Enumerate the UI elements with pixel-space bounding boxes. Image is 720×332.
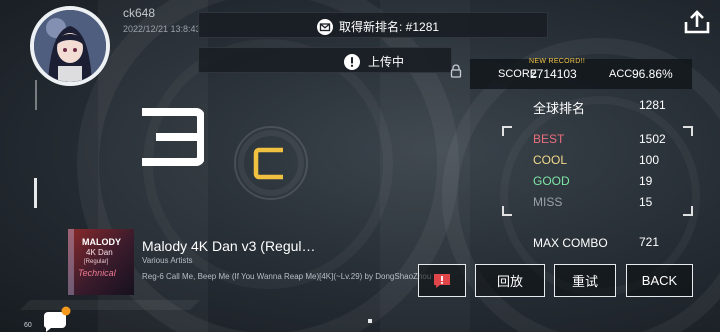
cool-label: COOL bbox=[533, 153, 568, 167]
stats-bracket-top-left bbox=[502, 126, 512, 136]
retry-button[interactable]: 重试 bbox=[554, 264, 616, 297]
new-record-label: NEW RECORD!! bbox=[529, 58, 586, 65]
best-label: BEST bbox=[533, 132, 565, 146]
username: ck648 bbox=[123, 6, 156, 20]
report-icon bbox=[434, 273, 450, 288]
play-date: 2022/12/21 13:8:43 bbox=[123, 24, 201, 34]
global-rank-value: 1281 bbox=[639, 98, 666, 112]
back-button[interactable]: BACK bbox=[626, 264, 693, 297]
global-rank-label: 全球排名 bbox=[533, 101, 586, 116]
cover-line-4: Technical bbox=[78, 268, 116, 278]
song-chart-description: Reg-6 Call Me, Beep Me (If You Wanna Rea… bbox=[142, 272, 432, 281]
upload-status-text: 上传中 bbox=[368, 55, 405, 69]
stats-bracket-bottom-left bbox=[502, 206, 512, 216]
avatar[interactable] bbox=[30, 6, 110, 86]
fps-counter: 60 bbox=[24, 322, 32, 329]
share-upload-icon[interactable] bbox=[684, 10, 710, 34]
cover-line-2: 4K Dan bbox=[86, 248, 113, 257]
page-indicator bbox=[368, 319, 372, 323]
accuracy-value: 96.86% bbox=[632, 67, 673, 81]
best-value: 1502 bbox=[639, 132, 666, 146]
mail-icon bbox=[317, 18, 333, 35]
good-value: 19 bbox=[639, 174, 653, 188]
miss-label: MISS bbox=[533, 195, 563, 209]
new-rank-text: 取得新排名: #1281 bbox=[339, 20, 440, 34]
score-value: 2714103 bbox=[530, 67, 577, 81]
stats-bracket-top-right bbox=[683, 126, 693, 136]
exclamation-circle-icon bbox=[344, 53, 360, 70]
cool-value: 100 bbox=[639, 153, 660, 167]
cover-line-3: [Regular] bbox=[84, 259, 109, 265]
song-title: Malody 4K Dan v3 (Regul… bbox=[142, 238, 316, 254]
cover-line-1: MALODY bbox=[82, 237, 121, 247]
avatar-portrait-icon bbox=[34, 10, 106, 82]
side-handle[interactable] bbox=[34, 178, 37, 208]
good-label: GOOD bbox=[533, 174, 570, 188]
report-button[interactable] bbox=[418, 264, 466, 297]
max-combo-label: MAX COMBO bbox=[533, 236, 608, 250]
miss-value: 15 bbox=[639, 195, 653, 209]
chat-bubble-icon[interactable] bbox=[42, 306, 72, 332]
song-cover: MALODY 4K Dan [Regular] Technical bbox=[68, 229, 134, 295]
level-digit-graphic bbox=[142, 108, 204, 166]
stats-bracket-bottom-right bbox=[683, 206, 693, 216]
lock-icon bbox=[450, 64, 462, 78]
replay-button[interactable]: 回放 bbox=[475, 264, 545, 297]
grade-letter-graphic bbox=[253, 147, 283, 180]
max-combo-value: 721 bbox=[639, 235, 660, 249]
new-rank-notification: 取得新排名: #1281 bbox=[198, 12, 548, 38]
grade-ring bbox=[234, 126, 308, 200]
song-artist: Various Artists bbox=[142, 256, 193, 265]
upload-status-bar: 上传中 bbox=[198, 47, 452, 73]
